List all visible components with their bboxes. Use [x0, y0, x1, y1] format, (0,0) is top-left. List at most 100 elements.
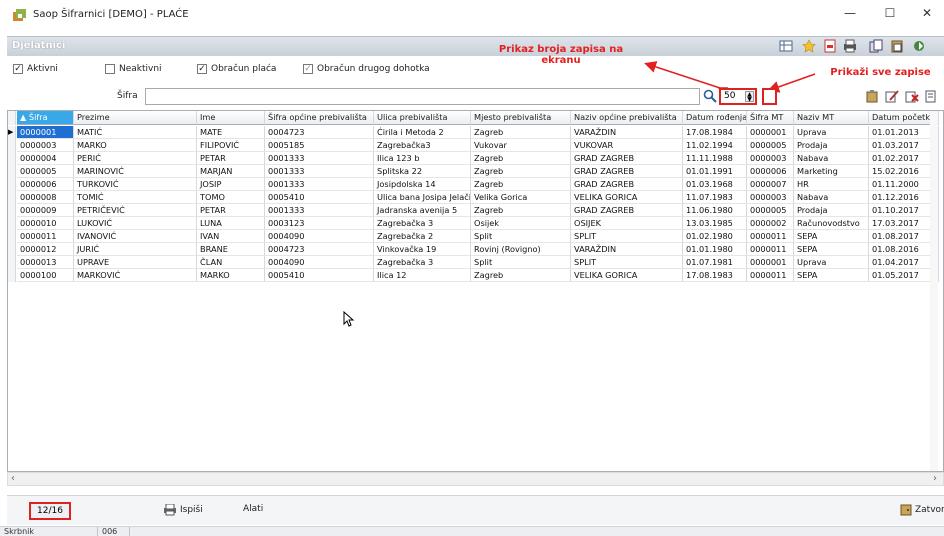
copy-icon[interactable] — [869, 39, 883, 53]
checkbox-unchecked-icon — [105, 64, 115, 74]
cell-col-municipality-code: 0004090 — [265, 256, 374, 269]
header-col-mt-code[interactable]: Šifra MT — [747, 111, 794, 125]
cell-col-surname: MARKOVIĆ — [74, 269, 197, 282]
table-row[interactable]: 0000012 JURIĆ BRANE 0004723 Vinkovačka 19 Rov… — [8, 243, 943, 256]
records-count-value: 50 — [724, 91, 736, 101]
header-col-code[interactable]: ▲ Šifra — [17, 111, 74, 125]
edit-record-icon[interactable] — [885, 89, 899, 103]
spinner-arrows-icon[interactable]: ▲ ▼ — [745, 91, 754, 103]
cell-col-municipality-name: GRAD ZAGREB — [571, 152, 683, 165]
status-bar: Skrbnik 006 — [0, 526, 944, 536]
close-window-button[interactable]: Zatvori — [900, 504, 944, 516]
header-col-mt-name[interactable]: Naziv MT — [794, 111, 869, 125]
filter-active-checkbox[interactable]: ✓ Aktivni — [13, 64, 58, 74]
table-row[interactable]: 0000011 IVANOVIĆ IVAN 0004090 Zagrebačka 2 Sp… — [8, 230, 943, 243]
filter-label: Obračun drugog dohotka — [317, 64, 430, 74]
vertical-scrollbar[interactable] — [930, 111, 938, 471]
cell-col-city: Osijek — [471, 217, 571, 230]
search-icon[interactable] — [703, 89, 717, 103]
cell-col-name: BRANE — [197, 243, 265, 256]
header-col-birth-date[interactable]: Datum rođenja — [683, 111, 747, 125]
show-all-records-button[interactable] — [762, 88, 777, 105]
table-row[interactable]: 0000005 MARINOVIĆ MARJAN 0001333 Splitska 22… — [8, 165, 943, 178]
cell-col-municipality-name: GRAD ZAGREB — [571, 204, 683, 217]
new-record-icon[interactable] — [865, 89, 879, 103]
cell-col-street: Zagrebačka 3 — [374, 217, 471, 230]
mouse-cursor-icon — [343, 311, 355, 327]
row-indicator — [8, 243, 16, 256]
search-bar: Šifra 50 ▲ ▼ — [7, 84, 944, 108]
delete-record-icon[interactable] — [905, 89, 919, 103]
table-row[interactable]: 0000100 MARKOVIĆ MARKO 0005410 Ilica 12 Zagre… — [8, 269, 943, 282]
cell-col-surname: UPRAVE — [74, 256, 197, 269]
header-col-municipality-code[interactable]: Šifra općine prebivališta — [265, 111, 374, 125]
refresh-icon[interactable] — [912, 39, 926, 53]
cell-col-city: Rovinj (Rovigno) — [471, 243, 571, 256]
maximize-button[interactable]: ☐ — [876, 6, 904, 24]
cell-col-mt-name: Nabava — [794, 152, 869, 165]
records-count-input[interactable]: 50 ▲ ▼ — [719, 88, 757, 105]
scroll-left-icon[interactable]: ‹ — [11, 473, 15, 484]
table-row[interactable]: 0000013 UPRAVE ČLAN 0004090 Zagrebačka 3 Spli… — [8, 256, 943, 269]
row-indicator — [8, 217, 16, 230]
cell-col-mt-code: 0000005 — [747, 139, 794, 152]
print-button[interactable]: Ispiši — [163, 504, 203, 516]
header-indicator — [8, 111, 16, 125]
table-row[interactable]: 0000010 LUKOVIĆ LUNA 0003123 Zagrebačka 3 Osi… — [8, 217, 943, 230]
paste-icon[interactable] — [890, 39, 904, 53]
section-header: Djelatnici — [7, 36, 944, 56]
export-pdf-icon[interactable] — [823, 39, 837, 53]
cell-col-municipality-code: 0004090 — [265, 230, 374, 243]
print-icon[interactable] — [843, 39, 857, 53]
cell-col-start-date: 01.08.2017 — [869, 230, 939, 243]
header-col-city[interactable]: Mjesto prebivališta — [471, 111, 571, 125]
table-row[interactable]: 0000003 MARKO FILIPOVIĆ 0005185 Zagrebačka3 V… — [8, 139, 943, 152]
filter-other-income-checkbox[interactable]: ✓ Obračun drugog dohotka — [303, 64, 430, 74]
record-details-icon[interactable] — [925, 89, 939, 103]
cell-col-street: Ilica 12 — [374, 269, 471, 282]
filter-inactive-checkbox[interactable]: Neaktivni — [105, 64, 162, 74]
cell-col-surname: MARINOVIĆ — [74, 165, 197, 178]
status-user: Skrbnik — [2, 527, 98, 536]
cell-col-city: Vukovar — [471, 139, 571, 152]
header-col-municipality-name[interactable]: Naziv općine prebivališta — [571, 111, 683, 125]
cell-col-start-date: 01.03.2017 — [869, 139, 939, 152]
cell-col-city: Split — [471, 230, 571, 243]
table-row[interactable]: 0000008 TOMIĆ TOMO 0005410 Ulica bana Josipa… — [8, 191, 943, 204]
table-row[interactable]: ▶ 0000001 MATIĆ MATE 0004723 Ćirila i Metoda … — [8, 126, 943, 139]
annotation-records-on-screen: Prikaz broja zapisa na ekranu — [498, 44, 624, 66]
row-indicator — [8, 139, 16, 152]
horizontal-scrollbar[interactable]: ‹ › — [7, 472, 944, 486]
status-code: 006 — [100, 527, 130, 536]
table-row[interactable]: 0000006 TURKOVIĆ JOSIP 0001333 Josipdolska 1… — [8, 178, 943, 191]
grid-settings-icon[interactable] — [779, 39, 793, 53]
header-col-street[interactable]: Ulica prebivališta — [374, 111, 471, 125]
search-input[interactable] — [145, 88, 700, 105]
cell-col-city: Zagreb — [471, 178, 571, 191]
cell-col-municipality-name: GRAD ZAGREB — [571, 165, 683, 178]
cell-col-birth-date: 01.03.1968 — [683, 178, 747, 191]
filter-label: Obračun plaća — [211, 64, 277, 74]
tools-button[interactable]: Alati — [243, 504, 263, 514]
close-button[interactable]: ✕ — [913, 6, 941, 24]
cell-col-city: Velika Gorica — [471, 191, 571, 204]
filter-payroll-checkbox[interactable]: ✓ Obračun plaća — [197, 64, 276, 74]
cell-col-municipality-name: VARAŽDIN — [571, 126, 683, 139]
cell-col-birth-date: 01.02.1980 — [683, 230, 747, 243]
favorite-star-icon[interactable] — [802, 39, 816, 53]
cell-col-mt-name: Uprava — [794, 256, 869, 269]
header-col-start-date[interactable]: Datum početka — [869, 111, 939, 125]
cell-col-mt-code: 0000005 — [747, 204, 794, 217]
minimize-button[interactable]: — — [836, 6, 864, 24]
cell-col-municipality-code: 0004723 — [265, 126, 374, 139]
filter-bar: ✓ Aktivni Neaktivni ✓ Obračun plaća ✓ Ob… — [7, 58, 944, 80]
header-col-name[interactable]: Ime — [197, 111, 265, 125]
scroll-right-icon[interactable]: › — [933, 473, 937, 484]
cell-col-street: Jadranska avenija 5 — [374, 204, 471, 217]
table-row[interactable]: 0000004 PERIĆ PETAR 0001333 Ilica 123 b Zagre… — [8, 152, 943, 165]
table-row[interactable]: 0000009 PETRIČEVIĆ PETAR 0001333 Jadranska a… — [8, 204, 943, 217]
cell-col-birth-date: 11.11.1988 — [683, 152, 747, 165]
cell-col-municipality-code: 0004723 — [265, 243, 374, 256]
cell-col-street: Ulica bana Josipa Jelačića — [374, 191, 471, 204]
header-col-surname[interactable]: Prezime — [74, 111, 197, 125]
